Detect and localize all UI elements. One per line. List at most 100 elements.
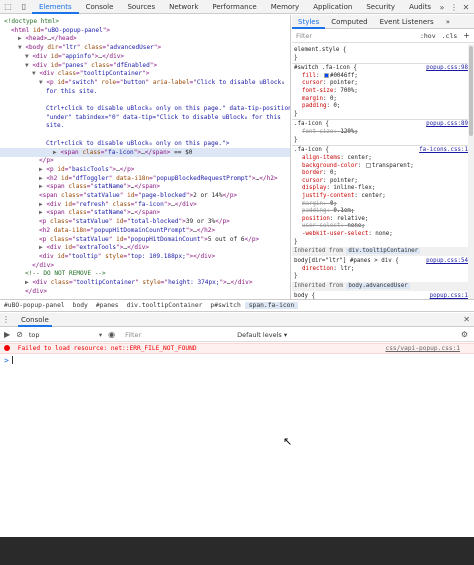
tab-application[interactable]: Application xyxy=(306,0,359,14)
context-selector[interactable]: top xyxy=(29,331,99,339)
dom-node-line[interactable]: ▶ <span class="statName">…</span> xyxy=(0,182,290,191)
css-selector[interactable]: body {popup.css:1 xyxy=(294,292,468,299)
dom-node-line[interactable]: <div id="tooltip" style="top: 109.188px;… xyxy=(0,252,290,261)
log-levels-dropdown[interactable]: Default levels ▾ xyxy=(237,331,287,339)
css-value[interactable]: none; xyxy=(375,231,392,237)
styles-tab-computed[interactable]: Computed xyxy=(325,15,373,29)
add-rule-button[interactable]: + xyxy=(463,31,470,40)
hover-state-toggle[interactable]: :hov xyxy=(420,32,436,40)
css-value[interactable]: none; xyxy=(347,223,364,229)
css-value[interactable]: center; xyxy=(347,155,371,161)
tab-network[interactable]: Network xyxy=(162,0,205,14)
dom-node-line[interactable]: ▼ <div class="tooltipContainer"> xyxy=(0,69,290,78)
dom-node-line[interactable]: <p class="statValue" id="popupHitDomainC… xyxy=(0,235,290,244)
dom-node-selected[interactable]: ▶ <span class="fa-icon">…</span> == $0 xyxy=(0,147,290,157)
color-swatch-icon[interactable] xyxy=(365,162,371,168)
css-value[interactable]: #0046ff; xyxy=(330,73,358,79)
breadcrumb-item[interactable]: span.fa-icon xyxy=(244,302,299,309)
css-selector[interactable]: } xyxy=(294,54,468,63)
styles-tab-more[interactable]: » xyxy=(440,15,456,29)
dom-node-line[interactable]: ▶ <div class="tooltipContainer" style="h… xyxy=(0,278,290,287)
tab-performance[interactable]: Performance xyxy=(205,0,263,14)
css-selector[interactable]: } xyxy=(294,136,468,145)
tab-security[interactable]: Security xyxy=(359,0,402,14)
css-property[interactable]: border xyxy=(302,170,323,176)
css-value[interactable]: pointer; xyxy=(330,80,358,86)
show-sidebar-icon[interactable]: ▶ xyxy=(4,330,10,339)
breadcrumb-item[interactable]: div.tooltipContainer xyxy=(123,302,207,309)
css-property[interactable]: padding xyxy=(302,103,326,109)
dom-node-line[interactable]: <h2 data-i18n="popupHitDomainCountPrompt… xyxy=(0,226,290,235)
close-icon[interactable]: ✕ xyxy=(460,0,472,14)
css-property[interactable]: user-select xyxy=(302,223,340,229)
dom-node-line[interactable]: for this site. xyxy=(0,87,290,96)
dom-node-line[interactable]: Ctrl+click to disable uBlock₀ only on th… xyxy=(0,139,290,148)
dom-node-line[interactable]: <!doctype html> xyxy=(0,17,290,26)
css-value[interactable]: 120%; xyxy=(340,129,357,135)
dom-node-line[interactable]: ▶ <span class="statName">…</span> xyxy=(0,208,290,217)
css-selector[interactable]: } xyxy=(294,238,468,247)
css-property[interactable]: align-items xyxy=(302,155,340,161)
dom-node-line[interactable]: site. xyxy=(0,121,290,130)
css-property[interactable]: margin xyxy=(302,96,323,102)
dom-node-line[interactable]: </div> xyxy=(0,287,290,296)
css-value[interactable]: 0; xyxy=(330,96,337,102)
css-property[interactable]: -webkit-user-select xyxy=(302,231,368,237)
dom-node-line[interactable]: ▶ <head>…</head> xyxy=(0,34,290,43)
dom-node-line[interactable]: Ctrl+click to disable uBlock₀ only on th… xyxy=(0,104,290,113)
tab-elements[interactable]: Elements xyxy=(32,0,79,14)
tab-sources[interactable]: Sources xyxy=(120,0,162,14)
dom-node-line[interactable]: <p class="statValue" id="total-blocked">… xyxy=(0,217,290,226)
css-property[interactable]: padding xyxy=(302,208,326,214)
drawer-tab-console[interactable]: Console xyxy=(18,313,52,327)
dom-node-line[interactable]: ▶ <div id="extraTools">…</div> xyxy=(0,243,290,252)
css-value[interactable]: pointer; xyxy=(330,178,358,184)
dom-node-line[interactable]: <!-- DO NOT REMOVE --> xyxy=(0,269,290,278)
dom-node-line[interactable]: ▶ <h2 id="dfToggler" data-i18n="popupBlo… xyxy=(0,174,290,183)
css-value[interactable]: center; xyxy=(361,193,385,199)
css-value[interactable]: 700%; xyxy=(340,88,357,94)
css-value[interactable]: transparent; xyxy=(372,163,414,169)
css-property[interactable]: cursor xyxy=(302,80,323,86)
console-settings-icon[interactable]: ⚙ xyxy=(461,330,468,339)
css-property[interactable]: font-size xyxy=(302,129,333,135)
css-value[interactable]: relative; xyxy=(337,216,368,222)
css-value[interactable]: 0; xyxy=(330,170,337,176)
dom-node-line[interactable]: ▼ <p id="switch" role="button" aria-labe… xyxy=(0,78,290,87)
css-property[interactable]: background-color xyxy=(302,163,358,169)
console-filter-input[interactable]: Filter xyxy=(125,331,235,339)
css-selector[interactable]: } xyxy=(294,272,468,281)
tab-audits[interactable]: Audits xyxy=(402,0,438,14)
eye-icon[interactable]: ◉ xyxy=(108,330,115,339)
css-property[interactable]: font-size xyxy=(302,88,333,94)
dom-node-line[interactable]: <span class="statValue" id="page-blocked… xyxy=(0,191,290,200)
styles-scrollbar-thumb[interactable] xyxy=(469,46,473,136)
dom-node-line[interactable]: ▼ <div id="panes" class="dfEnabled"> xyxy=(0,61,290,70)
css-property[interactable]: position xyxy=(302,216,330,222)
menu-icon[interactable]: ⋮ xyxy=(448,0,460,14)
dom-node-line[interactable]: ▶ <div id="refresh" class="fa-icon">…</d… xyxy=(0,200,290,209)
css-property[interactable]: cursor xyxy=(302,178,323,184)
styles-tab-styles[interactable]: Styles xyxy=(292,15,326,29)
css-property[interactable]: justify-content xyxy=(302,193,354,199)
color-swatch-icon[interactable] xyxy=(323,72,329,78)
dom-node-line[interactable]: <html id="uBO-popup-panel"> xyxy=(0,26,290,35)
dom-node-line[interactable] xyxy=(0,130,290,139)
css-value[interactable]: 0; xyxy=(333,103,340,109)
dom-node-line[interactable] xyxy=(0,95,290,104)
clear-console-icon[interactable]: ⊘ xyxy=(16,330,23,339)
inherited-from-header[interactable]: Inherited from div.tooltipContainer xyxy=(292,247,468,256)
css-value[interactable]: ltr; xyxy=(340,266,354,272)
css-property[interactable]: direction xyxy=(302,266,333,272)
breadcrumb-item[interactable]: #uBO-popup-panel xyxy=(0,302,69,309)
error-source-link[interactable]: css/vapi-popup.css:1 xyxy=(385,344,460,354)
styles-tab-event-listeners[interactable]: Event Listeners xyxy=(374,15,440,29)
breadcrumb-item[interactable]: p#switch xyxy=(206,302,244,309)
css-value[interactable]: 0; xyxy=(330,201,337,207)
dom-node-line[interactable]: "under" tabindex="0" data-tip="Click to … xyxy=(0,113,290,122)
drawer-menu-icon[interactable]: ⋮ xyxy=(0,313,12,327)
inherited-node-badge[interactable]: body.advancedUser xyxy=(346,283,410,290)
dom-node-line[interactable]: </div> xyxy=(0,261,290,270)
dom-node-line[interactable]: </p> xyxy=(0,156,290,165)
css-property[interactable]: display xyxy=(302,185,326,191)
